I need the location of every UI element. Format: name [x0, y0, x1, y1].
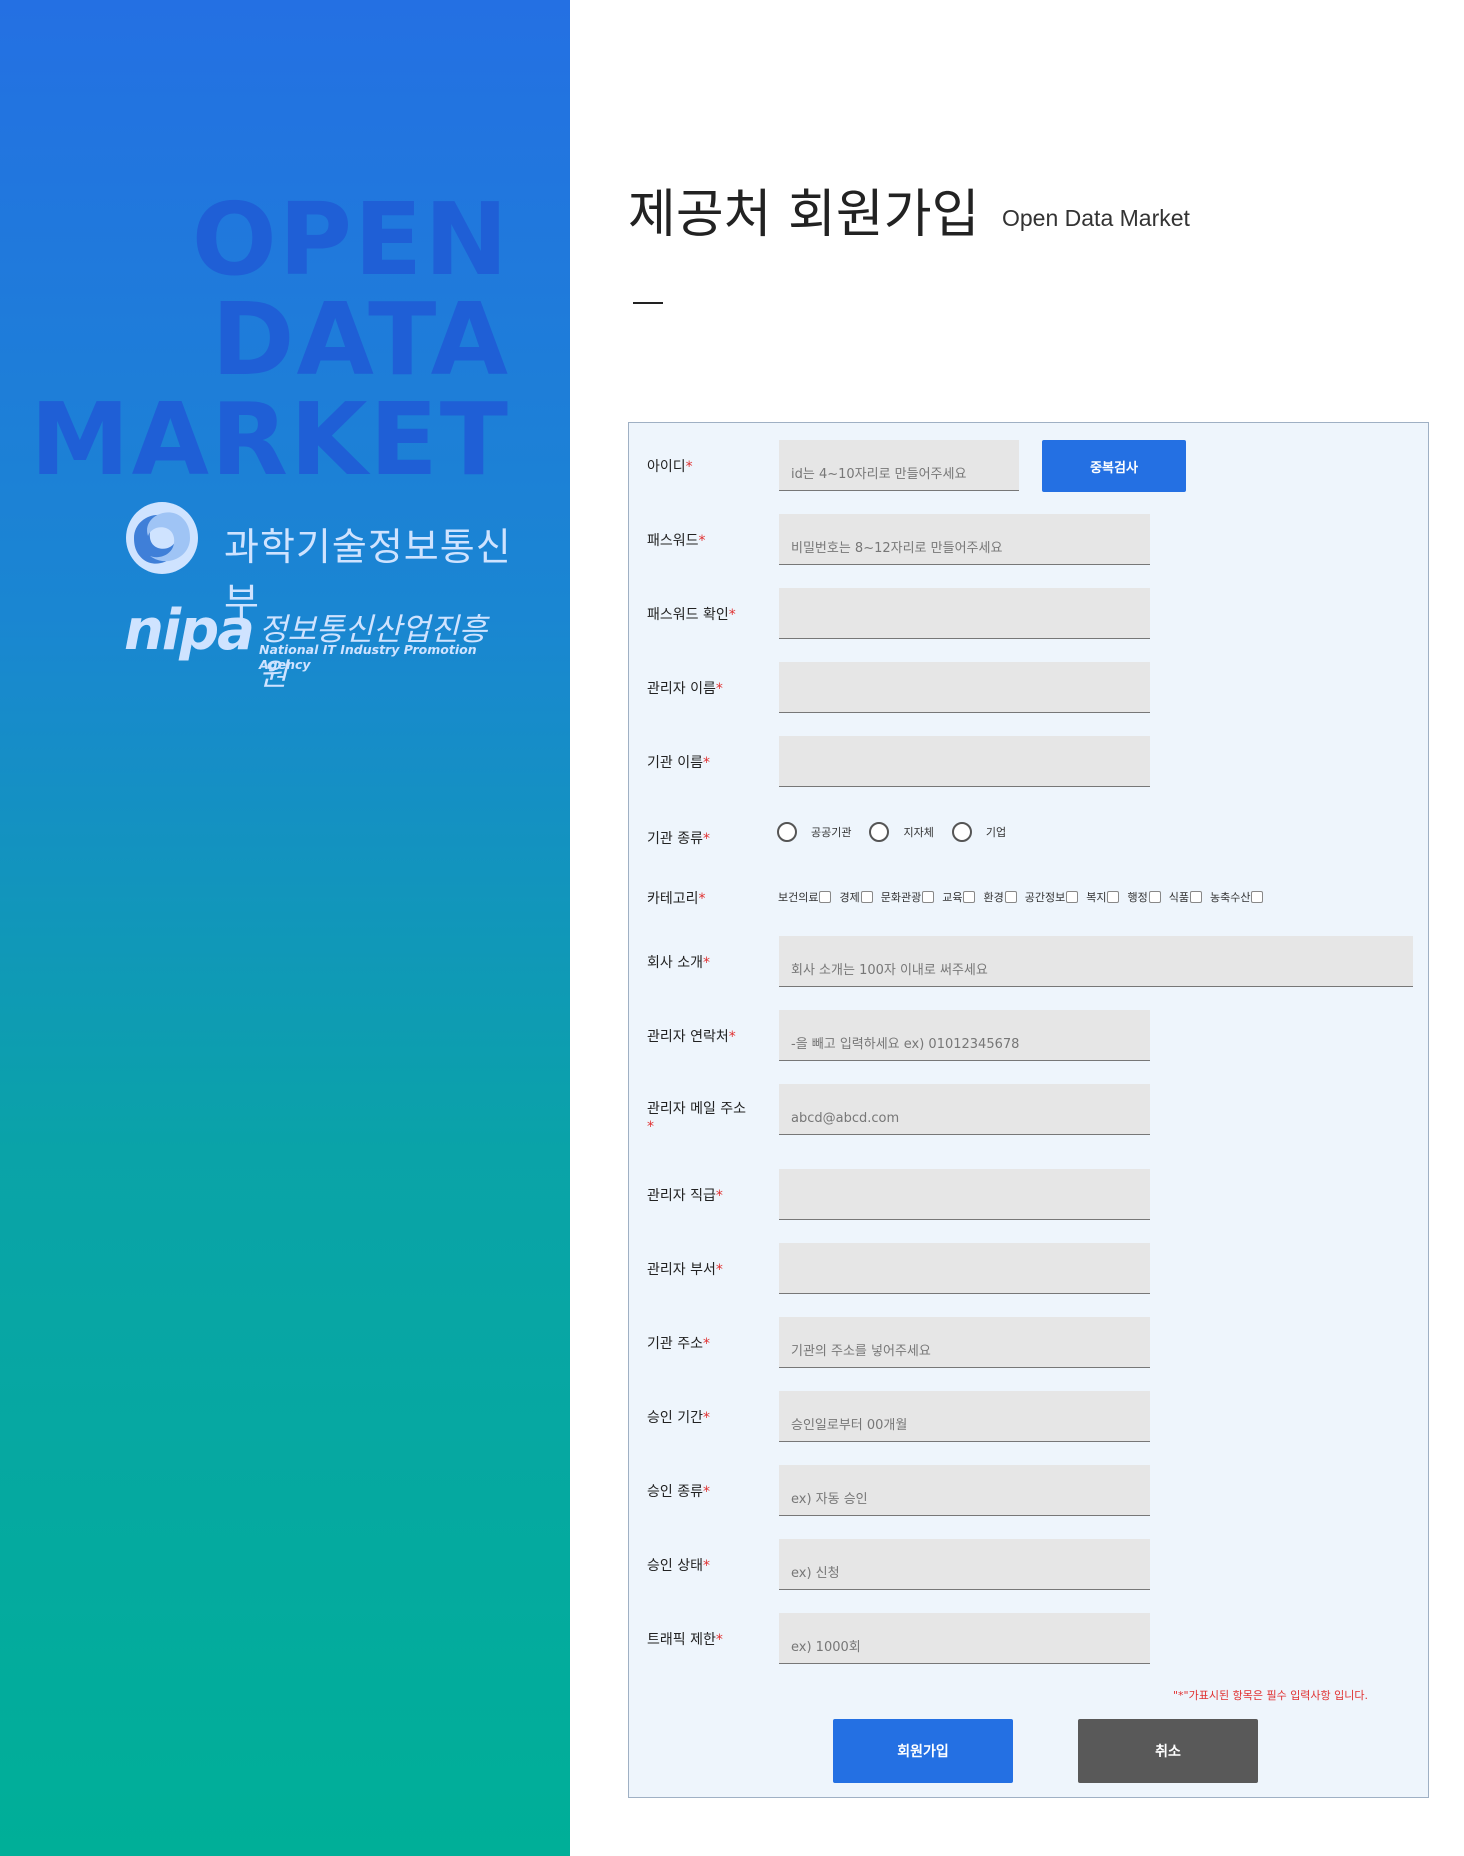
checkbox-icon[interactable] — [1066, 891, 1079, 903]
ministry-emblem-icon — [126, 502, 198, 574]
manager-phone-label: 관리자 연락처* — [647, 1029, 736, 1045]
org-type-option-company[interactable]: 기업 — [951, 822, 1007, 842]
radio-circle-icon[interactable] — [869, 822, 890, 842]
approval-type-label: 승인 종류* — [647, 1484, 710, 1500]
signup-form: 아이디* 중복검사 패스워드* 패스워드 확인* 관리자 이름* 기관 이름* … — [628, 422, 1429, 1798]
category-option-label: 식품 — [1168, 891, 1189, 904]
category-option[interactable]: 경제 — [839, 889, 873, 905]
ministry-logo-block: 과학기술정보통신부 — [124, 500, 514, 624]
org-address-input[interactable] — [779, 1317, 1150, 1368]
checkbox-icon[interactable] — [963, 891, 976, 903]
category-option[interactable]: 교육 — [942, 889, 976, 905]
manager-position-input[interactable] — [779, 1169, 1150, 1220]
org-name-input[interactable] — [779, 736, 1150, 787]
title-divider — [633, 302, 663, 304]
org-type-option-label: 기업 — [985, 826, 1007, 839]
signup-submit-button[interactable]: 회원가입 — [833, 1719, 1013, 1783]
form-row-org-type: 기관 종류* 공공기관 지자체 기업 — [629, 822, 1429, 847]
password-confirm-label: 패스워드 확인* — [647, 607, 736, 623]
brand-panel: OPEN DATA MARKET 과학기술정보통신부 nipa 정보통신산업진흥… — [0, 0, 570, 1856]
nipa-logo-block: nipa 정보통신산업진흥원 National IT Industry Prom… — [124, 598, 514, 693]
org-type-option-label: 지자체 — [903, 826, 934, 839]
category-option-label: 보건의료 — [778, 891, 819, 904]
category-option[interactable]: 농축수산 — [1209, 889, 1264, 905]
traffic-limit-label: 트래픽 제한* — [647, 1632, 723, 1648]
category-option-label: 문화관광 — [880, 891, 922, 904]
manager-phone-input[interactable] — [779, 1010, 1150, 1061]
checkbox-icon[interactable] — [1004, 891, 1017, 903]
password-input[interactable] — [779, 514, 1150, 565]
duplicate-check-button[interactable]: 중복검사 — [1042, 440, 1186, 492]
category-option[interactable]: 복지 — [1086, 889, 1120, 905]
approval-status-input[interactable] — [779, 1539, 1150, 1590]
category-option-label: 환경 — [983, 891, 1004, 904]
category-option[interactable]: 보건의료 — [778, 889, 832, 905]
category-option[interactable]: 식품 — [1169, 889, 1202, 905]
category-option[interactable]: 환경 — [983, 889, 1017, 905]
checkbox-icon[interactable] — [1251, 891, 1264, 903]
approval-period-input[interactable] — [779, 1391, 1150, 1442]
traffic-limit-input[interactable] — [779, 1613, 1150, 1664]
category-label: 카테고리* — [647, 891, 706, 907]
brand-line-open: OPEN — [191, 181, 510, 298]
password-label: 패스워드* — [647, 533, 706, 549]
org-type-option-public[interactable]: 공공기관 — [777, 822, 851, 842]
category-option-label: 농축수산 — [1209, 891, 1251, 904]
manager-dept-input[interactable] — [779, 1243, 1150, 1294]
org-type-label: 기관 종류* — [647, 831, 710, 847]
category-option[interactable]: 문화관광 — [880, 889, 935, 905]
org-name-label: 기관 이름* — [647, 755, 710, 771]
page-title: 제공처 회원가입 — [628, 185, 980, 245]
manager-dept-label: 관리자 부서* — [647, 1262, 723, 1278]
approval-type-input[interactable] — [779, 1465, 1150, 1516]
category-option[interactable]: 공간정보 — [1024, 889, 1079, 905]
cancel-button[interactable]: 취소 — [1078, 1719, 1258, 1783]
org-type-option-local-gov[interactable]: 지자체 — [869, 822, 934, 842]
manager-position-label: 관리자 직급* — [647, 1188, 723, 1204]
form-row-category: 카테고리* 보건의료 경제 문화관광 교육 환경 공간정보 복지 행정 식품 농… — [629, 887, 1429, 907]
category-option-label: 공간정보 — [1024, 891, 1066, 904]
category-option[interactable]: 행정 — [1127, 889, 1161, 905]
checkbox-icon[interactable] — [1189, 891, 1202, 903]
checkbox-icon[interactable] — [1148, 891, 1161, 903]
category-checkbox-group: 보건의료 경제 문화관광 교육 환경 공간정보 복지 행정 식품 농축수산 — [778, 889, 1271, 905]
nipa-logo-text: nipa — [124, 598, 255, 663]
org-type-radio-group: 공공기관 지자체 기업 — [777, 822, 1024, 842]
password-confirm-input[interactable] — [779, 588, 1150, 639]
approval-period-label: 승인 기간* — [647, 1410, 710, 1426]
id-input[interactable] — [779, 440, 1019, 491]
nipa-english-name: National IT Industry Promotion Agency — [259, 642, 477, 672]
checkbox-icon[interactable] — [922, 891, 935, 903]
brand-line-market: MARKET — [30, 381, 510, 498]
org-address-label: 기관 주소* — [647, 1336, 710, 1352]
page-subtitle: Open Data Market — [1002, 205, 1190, 231]
required-note: "*"가표시된 항목은 필수 입력사항 입니다. — [1173, 1689, 1369, 1702]
category-option-label: 교육 — [942, 891, 963, 904]
manager-name-label: 관리자 이름* — [647, 681, 723, 697]
company-intro-input[interactable] — [779, 936, 1413, 987]
checkbox-icon[interactable] — [1107, 891, 1120, 903]
manager-email-label: 관리자 메일 주소 * — [647, 1101, 747, 1135]
category-option-label: 행정 — [1127, 891, 1148, 904]
company-intro-label: 회사 소개* — [647, 955, 710, 971]
category-option-label: 복지 — [1086, 891, 1107, 904]
category-option-label: 경제 — [839, 891, 860, 904]
brand-line-data: DATA — [211, 281, 510, 398]
id-label: 아이디* — [647, 459, 693, 475]
org-type-option-label: 공공기관 — [811, 826, 852, 839]
radio-circle-icon[interactable] — [777, 822, 797, 842]
radio-circle-icon[interactable] — [951, 822, 972, 842]
checkbox-icon[interactable] — [860, 891, 873, 903]
manager-email-input[interactable] — [779, 1084, 1150, 1135]
checkbox-icon[interactable] — [819, 891, 832, 903]
manager-name-input[interactable] — [779, 662, 1150, 713]
approval-status-label: 승인 상태* — [647, 1558, 710, 1574]
